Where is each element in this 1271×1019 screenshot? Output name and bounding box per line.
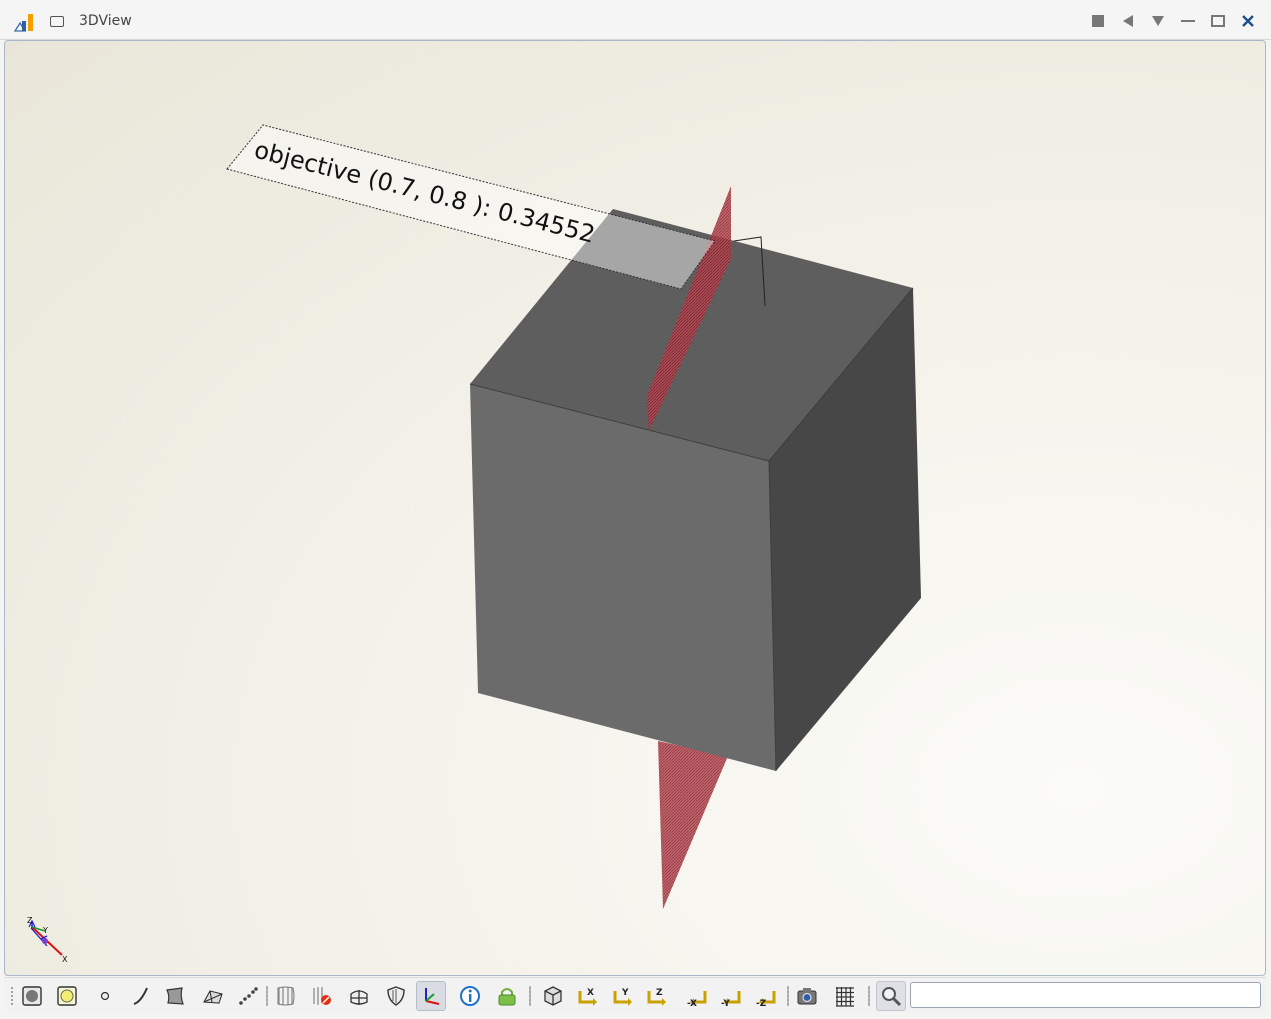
edge-select-button[interactable] [126,981,156,1011]
close-button[interactable] [1238,11,1258,31]
objective-label: objective (0.7, 0.8 ): 0.34552 [252,136,598,249]
edge-select-icon [133,987,148,1005]
back-button[interactable] [1118,11,1138,31]
solid-select-button[interactable] [198,981,228,1011]
3d-viewport[interactable]: objective (0.7, 0.8 ): 0.34552 Z Y X [4,40,1266,976]
search-button[interactable] [876,981,906,1011]
toolbar-separator [266,986,268,1006]
transparency-icon [277,986,295,1006]
svg-text:Y: Y [621,988,629,998]
minimize-button[interactable] [1178,11,1198,31]
screenshot-icon [797,988,817,1005]
view-x-button[interactable]: X [573,981,603,1011]
close-icon [1242,15,1254,27]
search-icon [882,987,902,1007]
view-z-button[interactable]: Z [642,981,672,1011]
menu-down-icon [1152,16,1164,26]
triad-x-label: X [62,955,68,964]
axis-triad: Z Y X [27,916,68,964]
transparency-button[interactable] [271,981,301,1011]
maximize-button[interactable] [1208,11,1228,31]
view-neg-y-button[interactable]: -Y [716,981,746,1011]
triad-z-label: Z [27,916,33,925]
view-neg-x-icon: -X [687,991,707,1007]
cutting-plane-lower [658,741,728,909]
view-y-icon: Y [613,988,632,1006]
iso-view-icon [544,986,562,1006]
face-select-button[interactable] [160,981,190,1011]
hide-selected-button[interactable] [307,981,337,1011]
svg-text:-Z: -Z [756,999,767,1007]
shaded-mode-icon [22,986,42,1006]
app-logo-icon [14,14,33,32]
stop-icon [1092,15,1104,27]
point-cloud-icon [239,987,258,1005]
toolbar-separator [529,986,531,1006]
minimize-icon [1181,20,1195,22]
stop-button[interactable] [1088,11,1108,31]
grid-icon [836,987,854,1007]
shield-icon [387,986,405,1006]
toolbar-grip[interactable] [10,986,14,1006]
shaded-mode-button[interactable] [17,981,47,1011]
section-view-icon [350,990,368,1005]
iso-view-button[interactable] [538,981,568,1011]
hide-selected-icon [313,987,331,1005]
screenshot-button[interactable] [792,981,822,1011]
view-neg-y-icon: -Y [721,991,741,1007]
3d-scene[interactable]: objective (0.7, 0.8 ): 0.34552 Z Y X [5,41,1266,976]
point-cloud-button[interactable] [233,981,263,1011]
title-bar: 3DView [0,0,1271,40]
toolbar-separator [868,986,870,1006]
view-neg-x-button[interactable]: -X [682,981,712,1011]
view-x-icon: X [578,988,597,1006]
shield-button[interactable] [381,981,411,1011]
vertex-select-button[interactable] [90,981,120,1011]
window-title: 3DView [79,13,132,29]
grid-button[interactable] [830,981,860,1011]
triad-y-label: Y [42,926,48,935]
svg-text:-Y: -Y [721,999,730,1007]
window-icon [50,16,64,27]
svg-text:Z: Z [656,988,663,998]
lock-button[interactable] [492,981,522,1011]
info-button[interactable] [455,981,485,1011]
view-y-button[interactable]: Y [608,981,638,1011]
lock-icon [498,988,516,1006]
svg-text:X: X [587,988,594,998]
bottom-toolbar: X Y Z -X -Y -Z [4,977,1266,1013]
menu-down-button[interactable] [1148,11,1168,31]
solid-select-icon [203,990,223,1004]
section-view-button[interactable] [344,981,374,1011]
search-input[interactable] [910,982,1261,1008]
wireframe-mode-button[interactable] [52,981,82,1011]
axis-triad-icon [425,988,440,1005]
view-neg-z-icon: -Z [756,991,776,1007]
axis-triad-button[interactable] [416,981,446,1011]
view-z-icon: Z [647,988,666,1006]
back-icon [1123,15,1133,27]
maximize-icon [1211,15,1225,27]
vertex-select-icon [100,991,110,1001]
view-neg-z-button[interactable]: -Z [751,981,781,1011]
svg-text:-X: -X [687,999,697,1007]
face-select-icon [166,987,184,1005]
wireframe-mode-icon [57,986,77,1006]
info-icon [460,986,480,1006]
objective-annotation: objective (0.7, 0.8 ): 0.34552 [226,124,766,307]
toolbar-separator [787,986,789,1006]
